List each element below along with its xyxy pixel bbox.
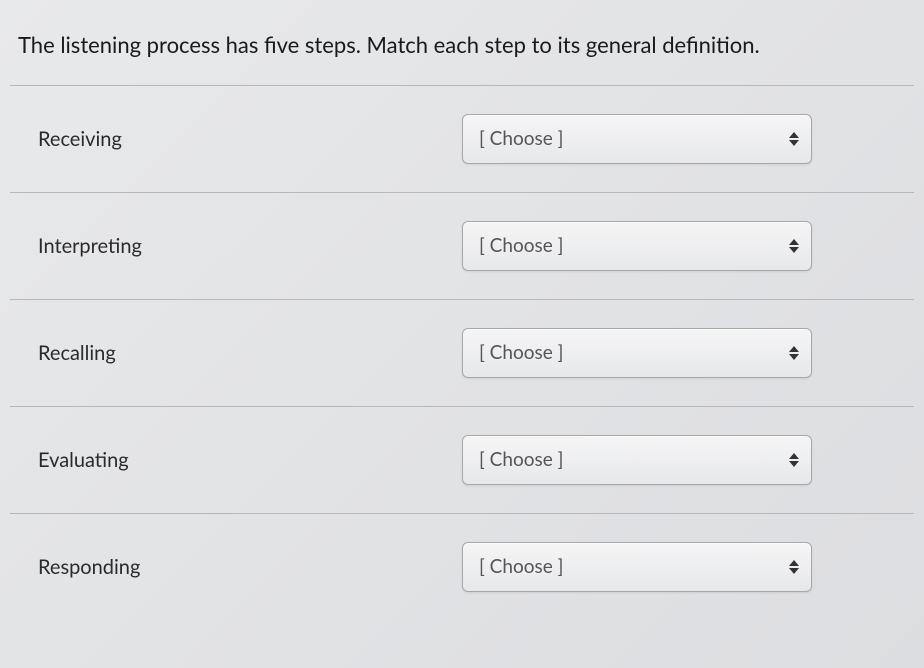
dropdown-placeholder: [ Choose ] <box>479 234 563 257</box>
question-text: The listening process has five steps. Ma… <box>10 20 914 85</box>
choose-dropdown-evaluating[interactable]: [ Choose ] <box>462 435 812 485</box>
match-label-receiving: Receiving <box>10 127 462 151</box>
select-wrap: [ Choose ] <box>462 221 896 271</box>
match-label-responding: Responding <box>10 555 462 579</box>
match-label-interpreting: Interpreting <box>10 234 462 258</box>
select-wrap: [ Choose ] <box>462 435 896 485</box>
match-row: Responding [ Choose ] <box>10 513 914 620</box>
updown-arrows-icon <box>789 346 799 360</box>
choose-dropdown-interpreting[interactable]: [ Choose ] <box>462 221 812 271</box>
question-container: The listening process has five steps. Ma… <box>0 0 924 620</box>
select-wrap: [ Choose ] <box>462 542 896 592</box>
choose-dropdown-recalling[interactable]: [ Choose ] <box>462 328 812 378</box>
match-row: Evaluating [ Choose ] <box>10 406 914 513</box>
updown-arrows-icon <box>789 239 799 253</box>
match-row: Recalling [ Choose ] <box>10 299 914 406</box>
updown-arrows-icon <box>789 560 799 574</box>
dropdown-placeholder: [ Choose ] <box>479 341 563 364</box>
match-row: Receiving [ Choose ] <box>10 85 914 192</box>
match-row: Interpreting [ Choose ] <box>10 192 914 299</box>
dropdown-placeholder: [ Choose ] <box>479 555 563 578</box>
select-wrap: [ Choose ] <box>462 328 896 378</box>
select-wrap: [ Choose ] <box>462 114 896 164</box>
match-label-recalling: Recalling <box>10 341 462 365</box>
dropdown-placeholder: [ Choose ] <box>479 448 563 471</box>
choose-dropdown-receiving[interactable]: [ Choose ] <box>462 114 812 164</box>
updown-arrows-icon <box>789 132 799 146</box>
updown-arrows-icon <box>789 453 799 467</box>
dropdown-placeholder: [ Choose ] <box>479 127 563 150</box>
choose-dropdown-responding[interactable]: [ Choose ] <box>462 542 812 592</box>
match-label-evaluating: Evaluating <box>10 448 462 472</box>
